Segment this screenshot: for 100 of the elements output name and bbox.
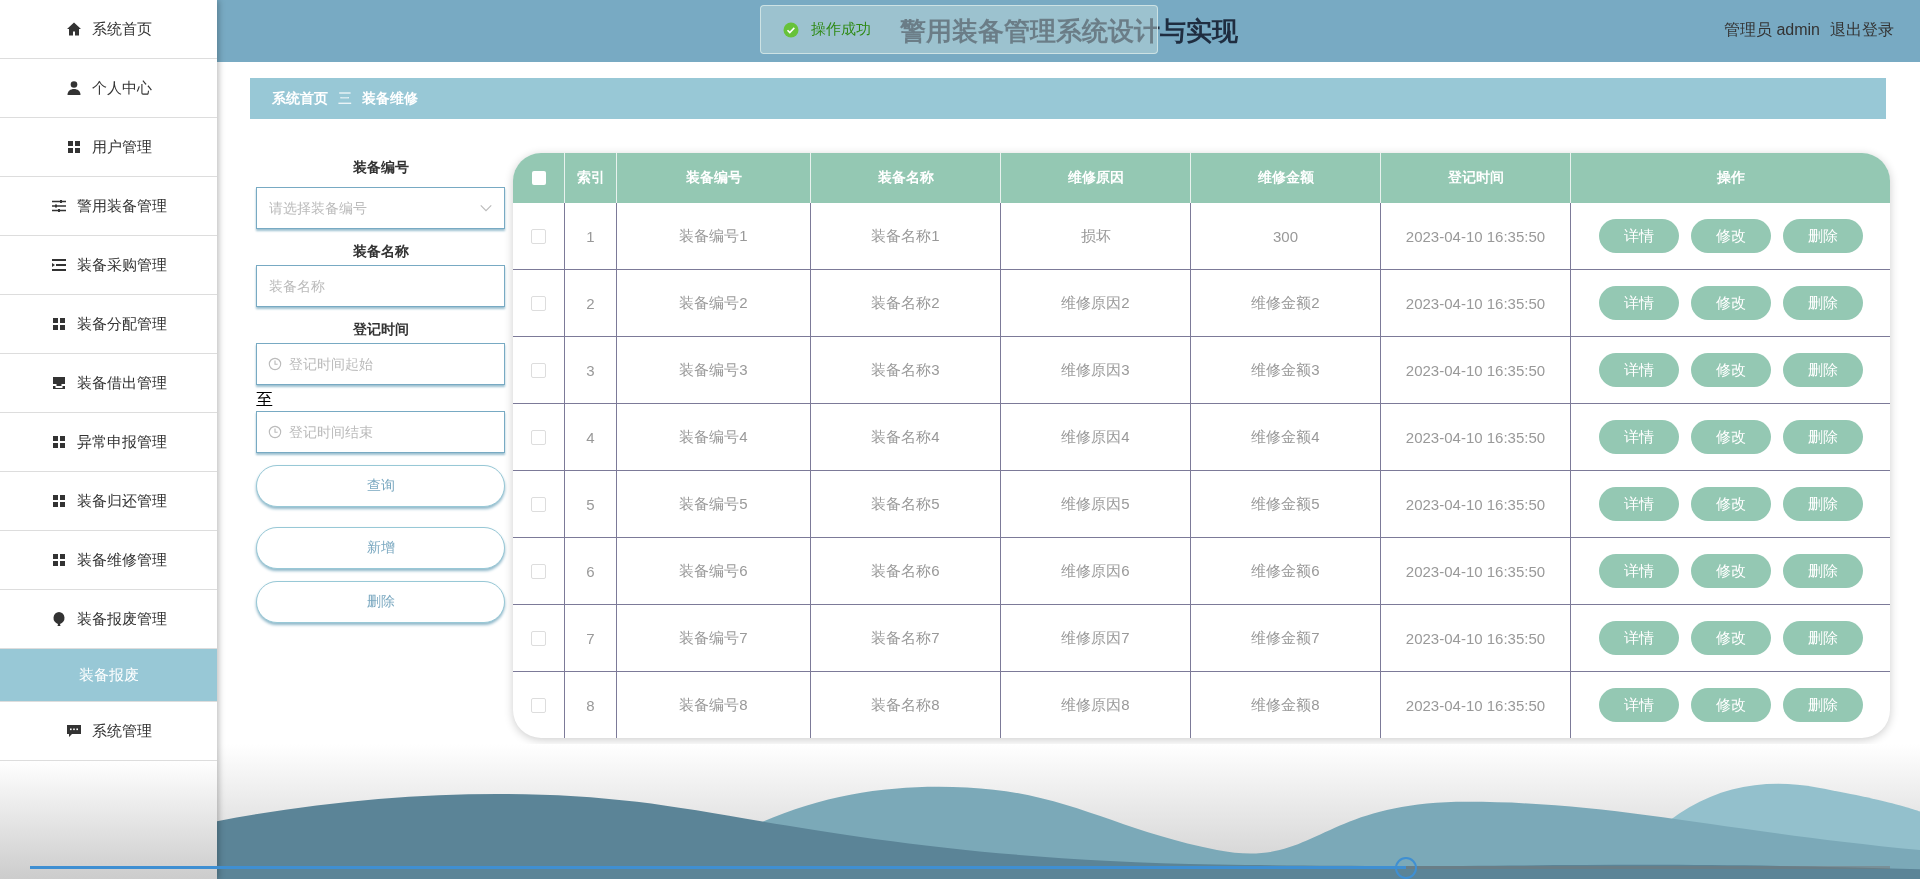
column-header: 装备编号 [617,153,811,203]
table-cell: 维修金额8 [1191,672,1381,738]
row-action-button[interactable]: 删除 [1782,353,1863,387]
row-action-button[interactable]: 删除 [1782,420,1863,454]
table-cell: 装备编号7 [617,605,811,671]
sidebar-item[interactable]: 装备采购管理 [0,236,217,295]
sidebar-item[interactable]: 装备报废管理 [0,590,217,649]
action-button[interactable]: 删除 [256,581,505,623]
table-cell: 2023-04-10 16:35:50 [1381,605,1571,671]
logout-link[interactable]: 退出登录 [1830,20,1894,41]
row-action-button[interactable]: 修改 [1690,219,1771,253]
row-action-button[interactable]: 详情 [1598,219,1679,253]
table-cell: 装备名称7 [811,605,1001,671]
row-action-button[interactable]: 删除 [1782,219,1863,253]
row-action-button[interactable]: 修改 [1690,688,1771,722]
table-cell: 2023-04-10 16:35:50 [1381,672,1571,738]
sidebar-item[interactable]: 警用装备管理 [0,177,217,236]
row-checkbox[interactable] [531,697,546,713]
table-cell: 2023-04-10 16:35:50 [1381,203,1571,269]
row-checkbox[interactable] [531,295,546,311]
sidebar-item[interactable]: 装备借出管理 [0,354,217,413]
table-cell: 装备名称2 [811,270,1001,336]
table-cell: 装备名称4 [811,404,1001,470]
row-action-button[interactable]: 修改 [1690,621,1771,655]
row-action-button[interactable]: 详情 [1598,688,1679,722]
table-cell: 装备名称8 [811,672,1001,738]
row-checkbox[interactable] [531,362,546,378]
user-icon [65,80,82,96]
action-button[interactable]: 查询 [256,465,505,507]
table-cell: 装备编号5 [617,471,811,537]
sidebar-item[interactable]: 装备分配管理 [0,295,217,354]
row-action-button[interactable]: 删除 [1782,487,1863,521]
breadcrumb-link[interactable]: 系统首页 [272,89,328,108]
seek-handle[interactable] [1395,857,1418,879]
sidebar-item[interactable]: 装备维修管理 [0,531,217,590]
table-cell: 维修原因7 [1001,605,1191,671]
tray-icon [50,375,67,391]
grid-icon [50,316,67,332]
breadcrumb-separator: 三 [338,89,352,108]
sidebar-item[interactable]: 装备归还管理 [0,472,217,531]
row-action-button[interactable]: 修改 [1690,353,1771,387]
table-cell: 维修原因5 [1001,471,1191,537]
table-cell: 维修金额5 [1191,471,1381,537]
row-action-button[interactable]: 详情 [1598,420,1679,454]
column-header: 操作 [1715,168,1746,187]
sidebar-item[interactable]: 异常申报管理 [0,413,217,472]
row-action-button[interactable]: 详情 [1598,487,1679,521]
row-checkbox[interactable] [531,496,546,512]
table-cell: 7 [565,605,617,671]
input-field[interactable]: 登记时间起始 [256,343,505,385]
table-cell: 5 [565,471,617,537]
row-action-button[interactable]: 详情 [1598,353,1679,387]
table-cell: 维修金额2 [1191,270,1381,336]
table-cell: 装备名称1 [811,203,1001,269]
sidebar-item[interactable]: 系统首页 [0,0,217,59]
table-cell: 2023-04-10 16:35:50 [1381,337,1571,403]
row-action-button[interactable]: 详情 [1598,286,1679,320]
sidebar-item[interactable]: 装备报废 [0,649,217,702]
row-action-button[interactable]: 详情 [1598,554,1679,588]
clock-icon [268,357,282,371]
table-cell: 装备名称5 [811,471,1001,537]
row-action-button[interactable]: 删除 [1782,688,1863,722]
row-action-button[interactable]: 修改 [1690,487,1771,521]
table-cell: 维修原因2 [1001,270,1191,336]
action-button[interactable]: 新增 [256,527,505,569]
user-label: 管理员 admin [1723,20,1820,40]
table-cell: 装备编号2 [617,270,811,336]
select-all-checkbox[interactable] [531,171,546,185]
table-cell: 损坏 [1001,203,1191,269]
row-checkbox[interactable] [531,563,546,579]
sidebar-item[interactable]: 系统管理 [0,702,217,761]
row-action-button[interactable]: 修改 [1690,554,1771,588]
row-checkbox[interactable] [531,429,546,445]
sidebar-item[interactable]: 用户管理 [0,118,217,177]
row-action-button[interactable]: 详情 [1598,621,1679,655]
row-action-button[interactable]: 删除 [1782,286,1863,320]
clock-icon [268,425,282,439]
table-cell: 装备编号3 [617,337,811,403]
row-checkbox[interactable] [531,228,546,244]
grid-icon [50,434,67,450]
row-action-button[interactable]: 删除 [1782,621,1863,655]
input-field[interactable]: 请选择装备编号 [256,187,505,229]
toast-message: 操作成功 [811,20,871,39]
sidebar-item[interactable]: 个人中心 [0,59,217,118]
table-cell: 装备名称6 [811,538,1001,604]
column-header: 装备名称 [811,153,1001,203]
table-cell: 1 [565,203,617,269]
row-action-button[interactable]: 修改 [1690,286,1771,320]
input-field[interactable]: 登记时间结束 [256,411,505,453]
home-icon [65,21,82,37]
input-field[interactable]: 装备名称 [256,265,505,307]
table-cell: 2023-04-10 16:35:50 [1381,538,1571,604]
table-cell: 装备名称3 [811,337,1001,403]
row-checkbox[interactable] [531,630,546,646]
row-action-button[interactable]: 修改 [1690,420,1771,454]
sliders-icon [50,198,67,214]
column-header: 索引 [565,153,617,203]
row-action-button[interactable]: 删除 [1782,554,1863,588]
table-cell: 2023-04-10 16:35:50 [1381,404,1571,470]
seek-bar[interactable] [30,866,1890,869]
